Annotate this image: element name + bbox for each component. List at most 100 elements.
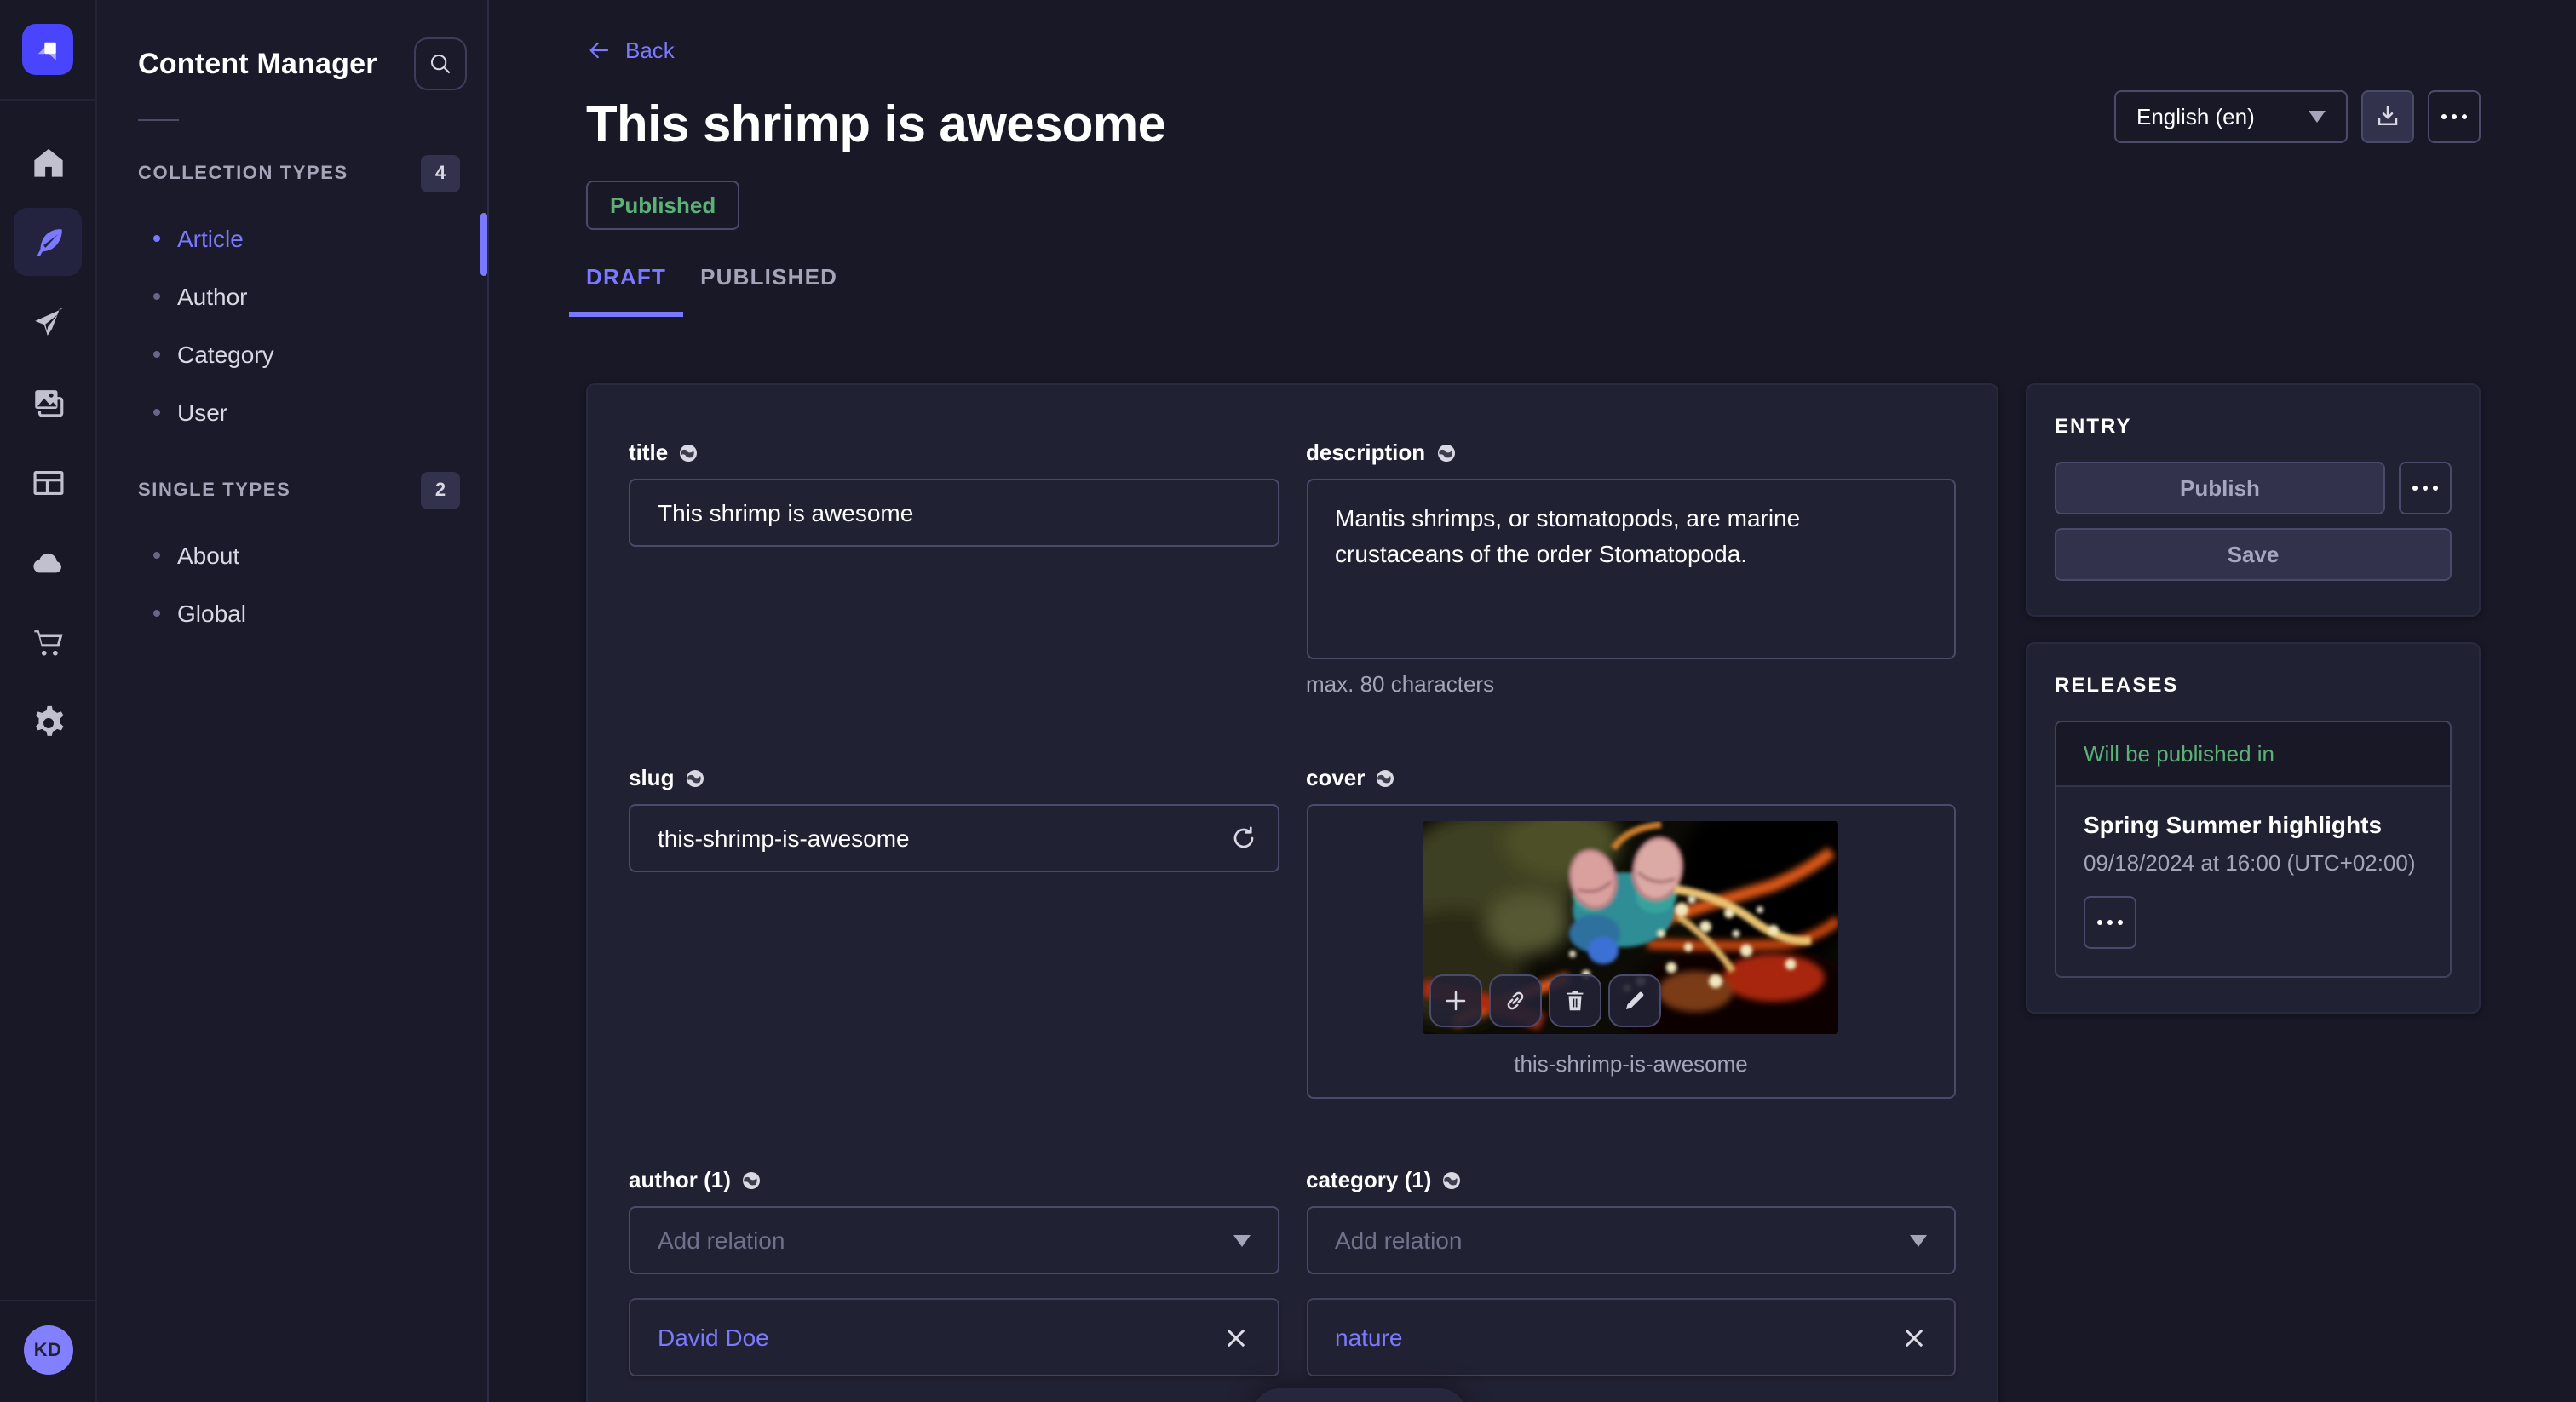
entry-more-button[interactable]	[2399, 462, 2452, 514]
tab-published[interactable]: PUBLISHED	[683, 264, 854, 317]
media-library-icon[interactable]	[14, 368, 82, 436]
release-card: Will be published in Spring Summer highl…	[2055, 721, 2452, 978]
version-tabs: DRAFT PUBLISHED	[569, 264, 2481, 317]
sidebar-item-user[interactable]: User	[97, 383, 487, 441]
release-more-button[interactable]	[2084, 896, 2136, 949]
more-icon	[2097, 920, 2123, 925]
release-date: 09/18/2024 at 16:00 (UTC+02:00)	[2084, 850, 2423, 876]
pencil-icon	[1623, 988, 1648, 1014]
locale-select[interactable]: English (en)	[2114, 90, 2348, 143]
more-icon	[2441, 114, 2467, 119]
chevron-down-icon	[1910, 1234, 1927, 1246]
section-collection-types: COLLECTION TYPES 4	[97, 138, 487, 210]
save-button[interactable]: Save	[2055, 528, 2452, 581]
sidebar-item-article[interactable]: Article	[97, 210, 487, 267]
content-type-builder-icon[interactable]	[14, 448, 82, 516]
cover-image[interactable]	[1423, 821, 1839, 1034]
author-relation-select[interactable]: Add relation	[629, 1206, 1279, 1274]
tab-draft[interactable]: DRAFT	[569, 264, 683, 317]
strapi-logo-glyph	[32, 34, 63, 65]
section-label: COLLECTION TYPES	[138, 164, 348, 184]
edit-asset-button[interactable]	[1609, 974, 1662, 1027]
sidebar-item-label: Article	[177, 225, 244, 252]
refresh-icon[interactable]	[1229, 825, 1256, 852]
cart-icon[interactable]	[14, 608, 82, 676]
edit-form-panel: title description	[586, 383, 1998, 1402]
trash-icon	[1563, 988, 1589, 1014]
divider	[138, 119, 179, 121]
section-single-types: SINGLE TYPES 2	[97, 455, 487, 526]
section-label: SINGLE TYPES	[138, 480, 290, 501]
bullet-icon	[153, 552, 160, 559]
field-label-text: description	[1306, 440, 1425, 465]
back-label: Back	[625, 37, 675, 63]
download-button[interactable]	[2361, 90, 2414, 143]
field-label-text: cover	[1306, 765, 1365, 790]
content-manager-feather-icon[interactable]	[14, 208, 82, 276]
field-label: description	[1306, 440, 1956, 465]
arrow-left-icon	[586, 37, 612, 63]
back-link[interactable]: Back	[586, 37, 675, 63]
close-icon	[1227, 1328, 1245, 1347]
description-hint: max. 80 characters	[1306, 671, 1956, 697]
field-label: category (1)	[1306, 1167, 1956, 1192]
field-label-text: author (1)	[629, 1167, 731, 1192]
header-more-button[interactable]	[2428, 90, 2481, 143]
field-cover: cover	[1306, 765, 1956, 1099]
sidebar-item-label: User	[177, 399, 227, 426]
bullet-icon	[153, 409, 160, 416]
releases-heading: RELEASES	[2055, 673, 2452, 697]
close-icon	[1904, 1328, 1923, 1347]
subnav-header: Content Manager	[97, 37, 487, 90]
field-slug: slug	[629, 765, 1279, 1099]
select-placeholder: Add relation	[1335, 1227, 1462, 1254]
release-name[interactable]: Spring Summer highlights	[2084, 811, 2423, 838]
bullet-icon	[153, 610, 160, 617]
content-row: title description	[586, 383, 2481, 1402]
bullet-icon	[153, 235, 160, 242]
gear-icon[interactable]	[14, 688, 82, 756]
globe-icon	[684, 767, 704, 788]
globe-icon	[1375, 767, 1395, 788]
publish-button[interactable]: Publish	[2055, 462, 2385, 514]
copy-link-button[interactable]	[1490, 974, 1543, 1027]
sidebar-item-global[interactable]: Global	[97, 584, 487, 642]
strapi-logo[interactable]	[22, 24, 73, 75]
cover-actions	[1430, 974, 1662, 1027]
relation-link[interactable]: nature	[1335, 1324, 1402, 1351]
field-label-text: category (1)	[1306, 1167, 1431, 1192]
search-button[interactable]	[414, 37, 467, 90]
bullet-icon	[153, 351, 160, 358]
add-asset-button[interactable]	[1430, 974, 1483, 1027]
main-content: Back English (en) This shrimp is awesome…	[489, 0, 2576, 1402]
description-textarea[interactable]: Mantis shrimps, or stomatopods, are mari…	[1306, 479, 1956, 659]
sidebar-item-category[interactable]: Category	[97, 325, 487, 383]
home-icon[interactable]	[14, 128, 82, 196]
sidebar-item-label: Category	[177, 341, 274, 368]
sidebar-footer: KD	[0, 1300, 96, 1402]
content-manager-sidebar: Content Manager COLLECTION TYPES 4 Artic…	[97, 0, 489, 1402]
sidebar-item-label: Global	[177, 600, 246, 627]
sidebar-item-label: Author	[177, 283, 248, 310]
field-description: description Mantis shrimps, or stomatopo…	[1306, 440, 1956, 697]
slug-input[interactable]	[629, 804, 1279, 872]
remove-relation-button[interactable]	[1222, 1324, 1250, 1351]
sidebar-item-about[interactable]: About	[97, 526, 487, 584]
category-relation-item: nature	[1306, 1298, 1956, 1376]
sidebar-item-author[interactable]: Author	[97, 267, 487, 325]
title-input[interactable]	[629, 479, 1279, 547]
user-avatar[interactable]: KD	[23, 1325, 72, 1375]
remove-relation-button[interactable]	[1900, 1324, 1927, 1351]
divider	[0, 99, 96, 101]
category-relation-select[interactable]: Add relation	[1306, 1206, 1956, 1274]
relation-link[interactable]: David Doe	[658, 1324, 769, 1351]
release-status: Will be published in	[2056, 722, 2450, 787]
cloud-icon[interactable]	[14, 528, 82, 596]
delete-asset-button[interactable]	[1550, 974, 1602, 1027]
releases-panel: RELEASES Will be published in Spring Sum…	[2026, 642, 2481, 1014]
status-badge: Published	[586, 181, 739, 230]
scrollbar-thumb[interactable]	[480, 213, 487, 276]
link-icon	[1504, 988, 1529, 1014]
field-label-text: slug	[629, 765, 674, 790]
send-icon[interactable]	[14, 288, 82, 356]
